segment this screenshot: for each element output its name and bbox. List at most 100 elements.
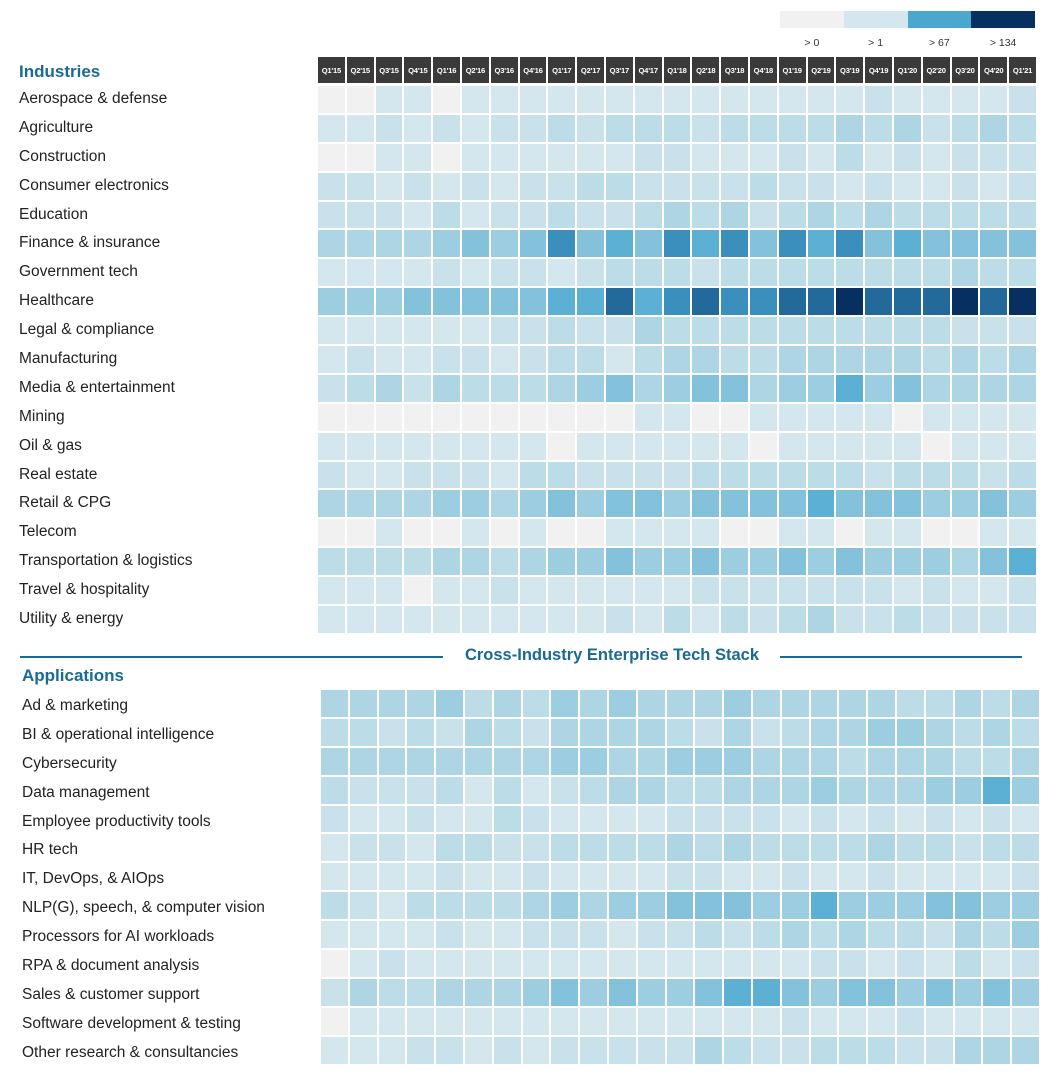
heatmap-cell	[835, 345, 865, 374]
heatmap-cell	[662, 431, 692, 461]
heatmap-cell	[374, 460, 404, 490]
heatmap-cell	[547, 258, 577, 288]
heatmap-cell	[1011, 746, 1040, 776]
heatmap-cell	[345, 316, 375, 346]
heatmap-cell	[317, 605, 346, 634]
heatmap-cell	[317, 373, 346, 403]
heatmap-cell	[806, 142, 836, 172]
legend-label: > 1	[868, 37, 884, 49]
heatmap-cell	[921, 200, 951, 230]
heatmap-cell	[780, 833, 810, 863]
heatmap-cell	[751, 949, 781, 978]
heatmap-cell	[489, 113, 519, 143]
heatmap-cell	[835, 605, 865, 634]
heatmap-cell	[579, 891, 608, 921]
heatmap-cell	[895, 746, 925, 776]
heatmap-cell	[489, 85, 519, 114]
legend-label: > 0	[804, 37, 820, 49]
heatmap-cell	[521, 1006, 551, 1036]
heatmap-cell	[492, 949, 522, 978]
heatmap-cell	[320, 1035, 349, 1065]
heatmap-cell	[403, 258, 433, 288]
heatmap-cell	[950, 258, 980, 288]
heatmap-cell	[377, 949, 407, 978]
heatmap-cell	[924, 775, 954, 805]
heatmap-cell	[1008, 402, 1037, 432]
heatmap-cell	[460, 200, 490, 230]
heatmap-cell	[723, 775, 752, 805]
heatmap-cell	[691, 547, 721, 577]
heatmap-cell	[403, 431, 433, 461]
heatmap-cell	[691, 518, 721, 548]
heatmap-cell	[751, 1035, 781, 1065]
heatmap-cell	[345, 258, 375, 288]
column-header-quarter: Q1'15	[317, 56, 346, 84]
heatmap-cell	[492, 862, 522, 892]
column-header-quarter: Q1'20	[892, 56, 922, 84]
heatmap-cell	[751, 689, 781, 718]
heatmap-cell	[780, 804, 810, 834]
heatmap-cell	[892, 547, 922, 577]
heatmap-cell	[377, 891, 407, 921]
heatmap-cell	[979, 489, 1009, 519]
heatmap-cell	[432, 605, 461, 634]
heatmap-cell	[780, 689, 810, 718]
heatmap-cell	[748, 258, 778, 288]
heatmap-cell	[636, 891, 666, 921]
heatmap-cell	[921, 85, 951, 114]
heatmap-cell	[751, 1006, 781, 1036]
heatmap-cell	[489, 431, 519, 461]
heatmap-cell	[723, 717, 752, 747]
heatmap-cell	[403, 316, 433, 346]
heatmap-cell	[838, 1035, 868, 1065]
heatmap-cell	[691, 373, 721, 403]
heatmap-cell	[777, 518, 807, 548]
heatmap-cell	[406, 775, 436, 805]
heatmap-cell	[950, 345, 980, 374]
heatmap-cell	[809, 977, 839, 1007]
heatmap-cell	[921, 518, 951, 548]
heatmap-cell	[748, 171, 778, 201]
heatmap-cell	[982, 920, 1012, 950]
heatmap-cell	[576, 229, 605, 259]
chart-title: Cross-Industry Enterprise Tech Stack	[464, 646, 760, 664]
heatmap-cell	[665, 949, 695, 978]
heatmap-cell	[518, 460, 548, 490]
heatmap-cell	[403, 200, 433, 230]
heatmap-cell	[892, 373, 922, 403]
heatmap-cell	[921, 373, 951, 403]
heatmap-cell	[317, 316, 346, 346]
heatmap-cell	[982, 891, 1012, 921]
row-label: IT, DevOps, & AIOps	[22, 870, 165, 888]
heatmap-cell	[953, 689, 983, 718]
heatmap-cell	[348, 1035, 378, 1065]
heatmap-cell	[463, 804, 493, 834]
heatmap-cell	[374, 85, 404, 114]
heatmap-cell	[867, 775, 896, 805]
heatmap-cell	[460, 460, 490, 490]
heatmap-cell	[348, 804, 378, 834]
heatmap-cell	[576, 171, 605, 201]
heatmap-cell	[838, 804, 868, 834]
heatmap-cell	[374, 316, 404, 346]
heatmap-cell	[432, 113, 461, 143]
heatmap-cell	[665, 862, 695, 892]
heatmap-cell	[979, 373, 1009, 403]
heatmap-cell	[720, 85, 749, 114]
heatmap-cell	[950, 85, 980, 114]
heatmap-cell	[403, 287, 433, 317]
heatmap-cell	[435, 746, 464, 776]
heatmap-cell	[806, 431, 836, 461]
heatmap-cell	[838, 920, 868, 950]
legend-swatch-bin-1	[843, 11, 908, 28]
heatmap-cell	[720, 316, 749, 346]
heatmap-cell	[460, 518, 490, 548]
heatmap-cell	[806, 113, 836, 143]
heatmap-cell	[518, 200, 548, 230]
heatmap-cell	[892, 402, 922, 432]
heatmap-cell	[723, 1035, 752, 1065]
heatmap-cell	[633, 142, 663, 172]
heatmap-cell	[345, 85, 375, 114]
heatmap-cell	[720, 113, 749, 143]
heatmap-cell	[748, 316, 778, 346]
